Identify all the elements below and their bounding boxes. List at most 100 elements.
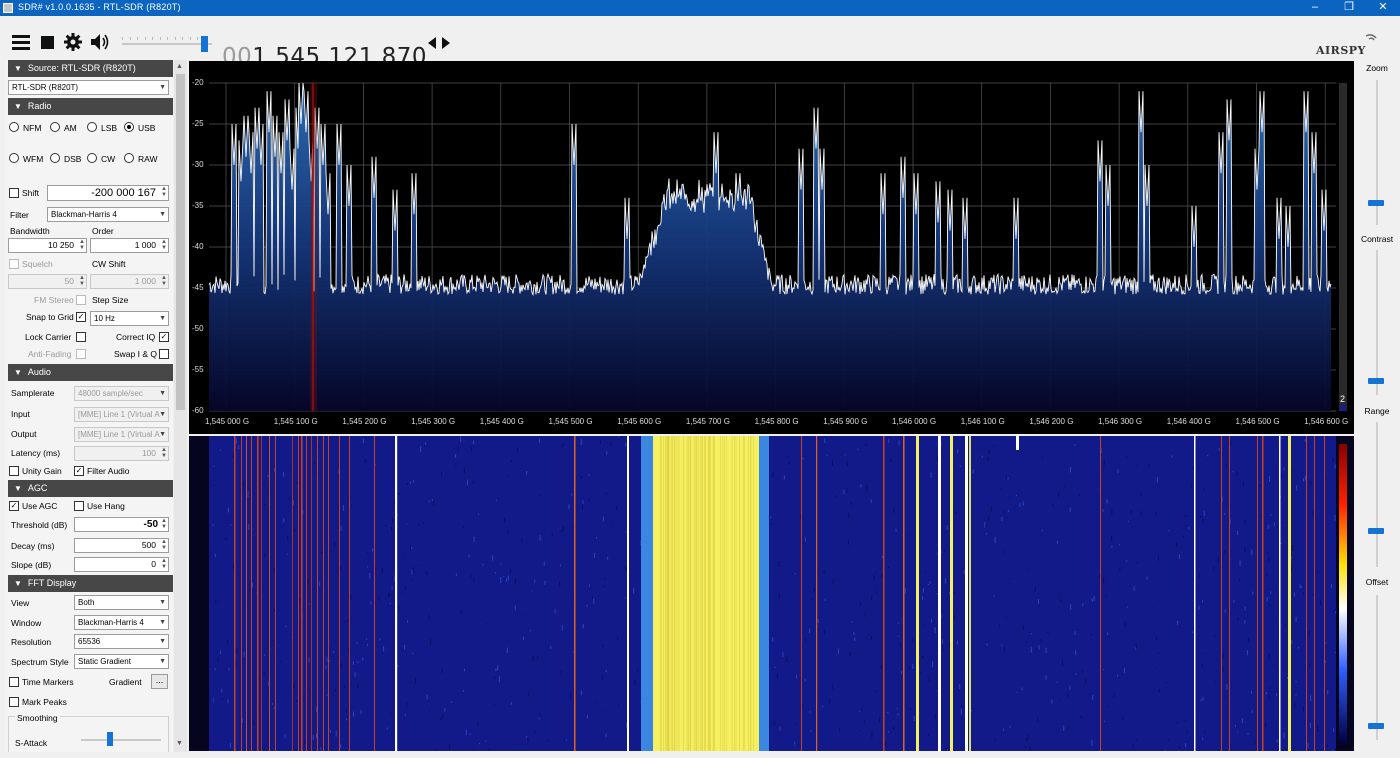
radio-section-header[interactable]: ▼ Radio (8, 98, 173, 115)
squelch-checkbox[interactable] (9, 259, 19, 269)
waterfall-noise (1103, 578, 1105, 584)
zoom-slider-thumb[interactable] (1368, 200, 1384, 207)
waterfall-noise (397, 665, 399, 667)
range-slider[interactable] (1376, 422, 1378, 567)
spinner-icon[interactable]: ▲ ▼ (161, 275, 167, 287)
mode-radio-cw[interactable] (87, 153, 97, 163)
usehang-checkbox[interactable] (74, 501, 84, 511)
mode-radio-lsb[interactable] (87, 122, 97, 132)
resolution-select[interactable]: 65536 ▼ (74, 634, 169, 649)
spinner-icon[interactable]: ▲ ▼ (161, 558, 167, 570)
offset-slider[interactable] (1376, 595, 1378, 740)
waterfall-noise (415, 678, 417, 684)
source-device-select[interactable]: RTL-SDR (R820T) ▼ (8, 80, 169, 95)
menu-icon[interactable] (12, 34, 30, 50)
waterfall-noise (1051, 699, 1053, 704)
spinner-icon[interactable]: ▲ ▼ (161, 539, 167, 551)
volume-slider-thumb[interactable] (200, 36, 208, 52)
spectrum-y-tick: -30 (192, 160, 204, 169)
mode-radio-raw[interactable] (124, 153, 134, 163)
waterfall-noise (390, 712, 392, 715)
antifading-checkbox[interactable] (76, 349, 86, 359)
stepsize-select[interactable]: 10 Hz ▼ (90, 311, 169, 326)
swapiq-checkbox[interactable] (159, 349, 169, 359)
volume-slider[interactable] (122, 34, 212, 54)
timemarkers-checkbox[interactable] (9, 677, 19, 687)
mode-radio-am[interactable] (50, 122, 60, 132)
spinner-icon[interactable]: ▲ ▼ (79, 239, 85, 251)
latency-input[interactable]: 100 ▲ ▼ (74, 446, 169, 461)
spectrumstyle-select[interactable]: Static Gradient ▼ (74, 654, 169, 669)
cwshift-input[interactable]: 1 000 ▲ ▼ (90, 274, 169, 289)
source-section-header[interactable]: ▼ Source: RTL-SDR (R820T) (8, 60, 173, 77)
control-panel-scrollbar[interactable]: ▲ ▼ (174, 60, 187, 752)
spinner-icon[interactable]: ▲ ▼ (161, 186, 167, 198)
scrollbar-thumb[interactable] (176, 74, 185, 410)
waterfall-noise (1003, 509, 1005, 514)
spinner-icon[interactable]: ▲ ▼ (161, 447, 167, 459)
squelch-input[interactable]: 50 ▲ ▼ (8, 274, 87, 289)
waterfall-noise (866, 485, 868, 491)
waterfall-noise (1304, 439, 1306, 442)
waterfall-plot[interactable] (189, 436, 1354, 751)
spinner-icon[interactable]: ▲ ▼ (79, 275, 85, 287)
spectrum-analyzer[interactable]: -20 -25 -30 -35 -40 -45 -50 -55 -60 1,545 000 G 1… (189, 61, 1354, 434)
close-button[interactable]: ✕ (1368, 0, 1398, 16)
input-device-select[interactable]: [MME] Line 1 (Virtual A ▼ (74, 407, 169, 422)
step-arrows-icon[interactable] (428, 37, 450, 49)
scroll-down-icon[interactable]: ▼ (176, 740, 183, 747)
slope-input[interactable]: 0 ▲ ▼ (74, 557, 169, 572)
contrast-slider[interactable] (1376, 250, 1378, 395)
waterfall-noise (616, 506, 617, 510)
mode-radio-wfm[interactable] (9, 153, 19, 163)
restore-button[interactable]: ❐ (1334, 0, 1364, 16)
fft-section-header[interactable]: ▼ FFT Display (8, 575, 173, 592)
spectrum-plot[interactable] (189, 61, 1354, 434)
mode-radio-dsb[interactable] (50, 153, 60, 163)
bandwidth-input[interactable]: 10 250 ▲ ▼ (8, 238, 87, 253)
window-select[interactable]: Blackman-Harris 4 ▼ (74, 615, 169, 630)
minimize-button[interactable]: – (1300, 0, 1330, 16)
speaker-icon[interactable] (90, 33, 110, 51)
contrast-slider-thumb[interactable] (1368, 377, 1384, 384)
waterfall-noise (826, 454, 828, 457)
snap-checkbox[interactable]: ✓ (76, 312, 86, 322)
decay-input[interactable]: 500 ▲ ▼ (74, 538, 169, 553)
shift-checkbox[interactable] (9, 188, 19, 198)
waterfall-noise (955, 511, 957, 515)
spinner-icon[interactable]: ▲ ▼ (161, 239, 167, 251)
waterfall-noise (506, 578, 507, 582)
view-select[interactable]: Both ▼ (74, 595, 169, 610)
agc-section-header[interactable]: ▼ AGC (8, 480, 173, 497)
shift-input[interactable]: -200 000 167 ▲ ▼ (47, 185, 169, 201)
correctiq-checkbox[interactable]: ✓ (159, 332, 169, 342)
filter-select[interactable]: Blackman-Harris 4 ▼ (47, 207, 169, 222)
spinner-icon[interactable]: ▲ ▼ (161, 518, 167, 530)
fmstereo-checkbox[interactable] (76, 295, 86, 305)
useagc-checkbox[interactable]: ✓ (9, 501, 19, 511)
waterfall-display[interactable] (189, 436, 1354, 751)
waterfall-noise (1045, 647, 1047, 654)
mode-radio-nfm[interactable] (9, 122, 19, 132)
samplerate-select[interactable]: 48000 sample/sec ▼ (74, 386, 169, 401)
gear-icon[interactable] (64, 33, 82, 51)
order-input[interactable]: 1 000 ▲ ▼ (90, 238, 169, 253)
threshold-input[interactable]: -50 ▲ ▼ (74, 517, 169, 532)
sattack-slider-thumb[interactable] (107, 732, 113, 746)
unitygain-checkbox[interactable] (9, 466, 19, 476)
filteraudio-checkbox[interactable]: ✓ (74, 466, 84, 476)
lockcarrier-checkbox[interactable] (76, 332, 86, 342)
waterfall-noise (1177, 721, 1179, 725)
waterfall-signal-texture (689, 436, 691, 751)
audio-section-header[interactable]: ▼ Audio (8, 364, 173, 381)
mode-radio-usb[interactable] (124, 122, 134, 132)
stop-icon[interactable] (41, 36, 54, 49)
offset-slider-thumb[interactable] (1368, 722, 1384, 729)
scroll-up-icon[interactable]: ▲ (176, 63, 183, 70)
output-device-select[interactable]: [MME] Line 1 (Virtual A ▼ (74, 427, 169, 442)
range-slider-thumb[interactable] (1368, 527, 1384, 534)
markpeaks-checkbox[interactable] (9, 697, 19, 707)
gradient-button[interactable]: ... (151, 674, 168, 689)
sattack-slider[interactable] (81, 730, 161, 748)
waterfall-signal-texture (731, 436, 733, 751)
